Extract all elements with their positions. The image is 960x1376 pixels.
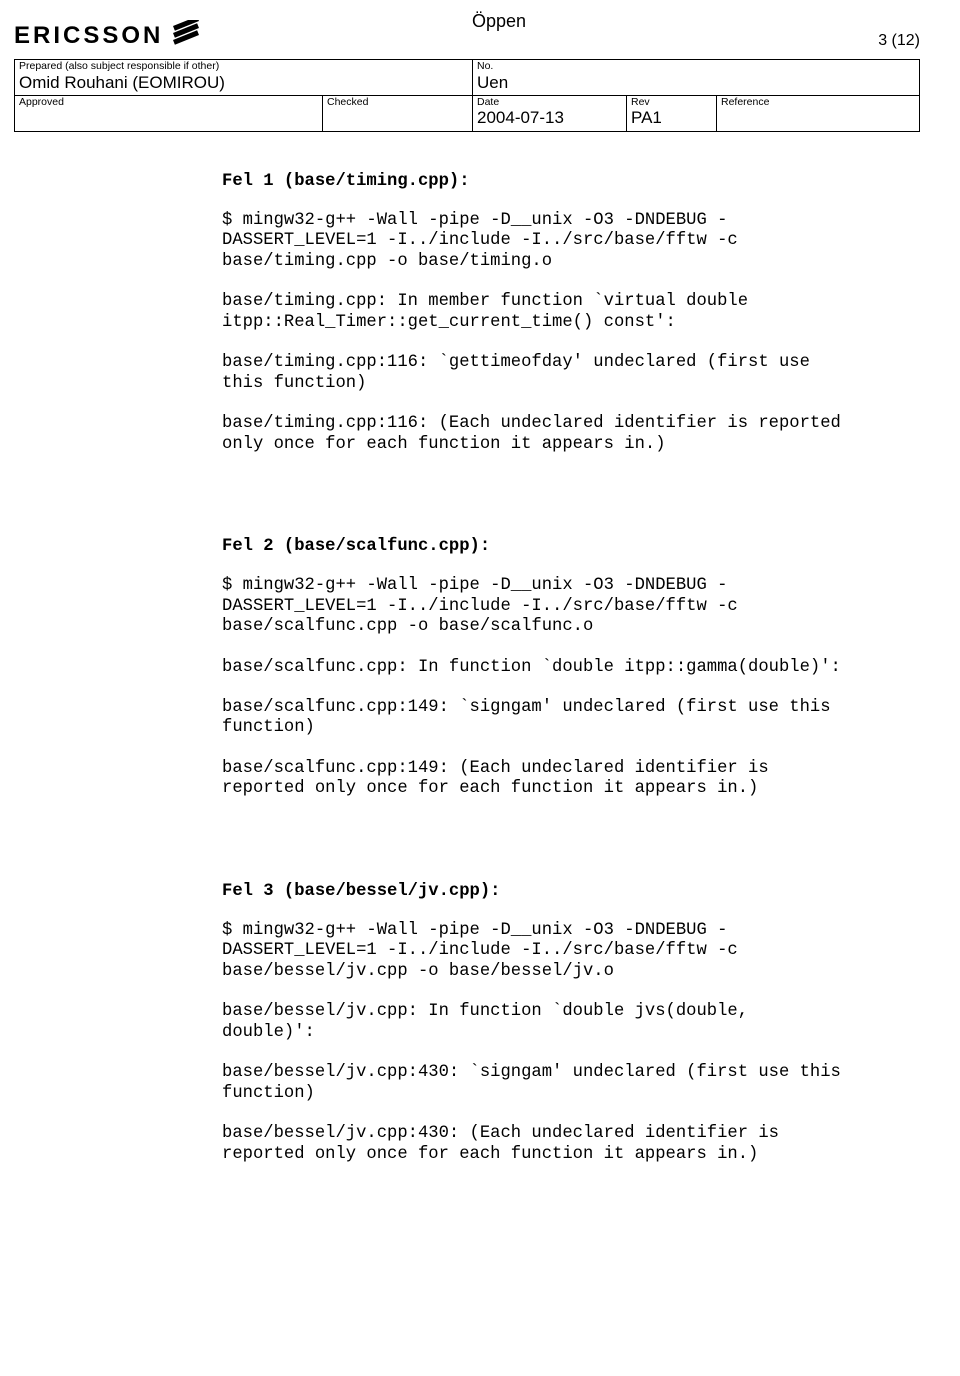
document-header-table: Prepared (also subject responsible if ot…: [14, 59, 920, 132]
checked-label: Checked: [323, 96, 472, 109]
no-label: No.: [473, 60, 919, 73]
rev-value: PA1: [627, 108, 716, 130]
date-value: 2004-07-13: [473, 108, 626, 130]
code-paragraph: base/bessel/jv.cpp:430: (Each undeclared…: [222, 1124, 844, 1165]
code-paragraph: base/bessel/jv.cpp: In function `double …: [222, 1002, 844, 1043]
no-value: Uen: [473, 73, 919, 95]
code-paragraph: $ mingw32-g++ -Wall -pipe -D__unix -O3 -…: [222, 921, 844, 982]
code-paragraph: base/scalfunc.cpp:149: (Each undeclared …: [222, 759, 844, 800]
code-paragraph: base/scalfunc.cpp: In function `double i…: [222, 658, 844, 678]
logo: ERICSSON: [14, 20, 920, 51]
section-title: Fel 2 (base/scalfunc.cpp):: [222, 537, 844, 556]
code-paragraph: $ mingw32-g++ -Wall -pipe -D__unix -O3 -…: [222, 576, 844, 637]
code-paragraph: base/timing.cpp: In member function `vir…: [222, 292, 844, 333]
rev-label: Rev: [627, 96, 716, 109]
code-paragraph: base/bessel/jv.cpp:430: `signgam' undecl…: [222, 1063, 844, 1104]
approved-value: [15, 108, 322, 130]
section-title: Fel 3 (base/bessel/jv.cpp):: [222, 882, 844, 901]
date-label: Date: [473, 96, 626, 109]
page-number: 3 (12): [878, 32, 920, 50]
document-body: Fel 1 (base/timing.cpp): $ mingw32-g++ -…: [222, 172, 844, 1165]
classification-label: Öppen: [472, 11, 526, 32]
reference-label: Reference: [717, 96, 919, 109]
code-paragraph: $ mingw32-g++ -Wall -pipe -D__unix -O3 -…: [222, 211, 844, 272]
code-paragraph: base/timing.cpp:116: (Each undeclared id…: [222, 414, 844, 455]
checked-value: [323, 108, 472, 130]
ericsson-bars-icon: [173, 20, 203, 51]
code-paragraph: base/timing.cpp:116: `gettimeofday' unde…: [222, 353, 844, 394]
logo-text: ERICSSON: [14, 22, 163, 50]
prepared-label: Prepared (also subject responsible if ot…: [15, 60, 472, 73]
approved-label: Approved: [15, 96, 322, 109]
section-title: Fel 1 (base/timing.cpp):: [222, 172, 844, 191]
code-paragraph: base/scalfunc.cpp:149: `signgam' undecla…: [222, 698, 844, 739]
reference-value: [717, 108, 919, 130]
prepared-value: Omid Rouhani (EOMIROU): [15, 73, 472, 95]
